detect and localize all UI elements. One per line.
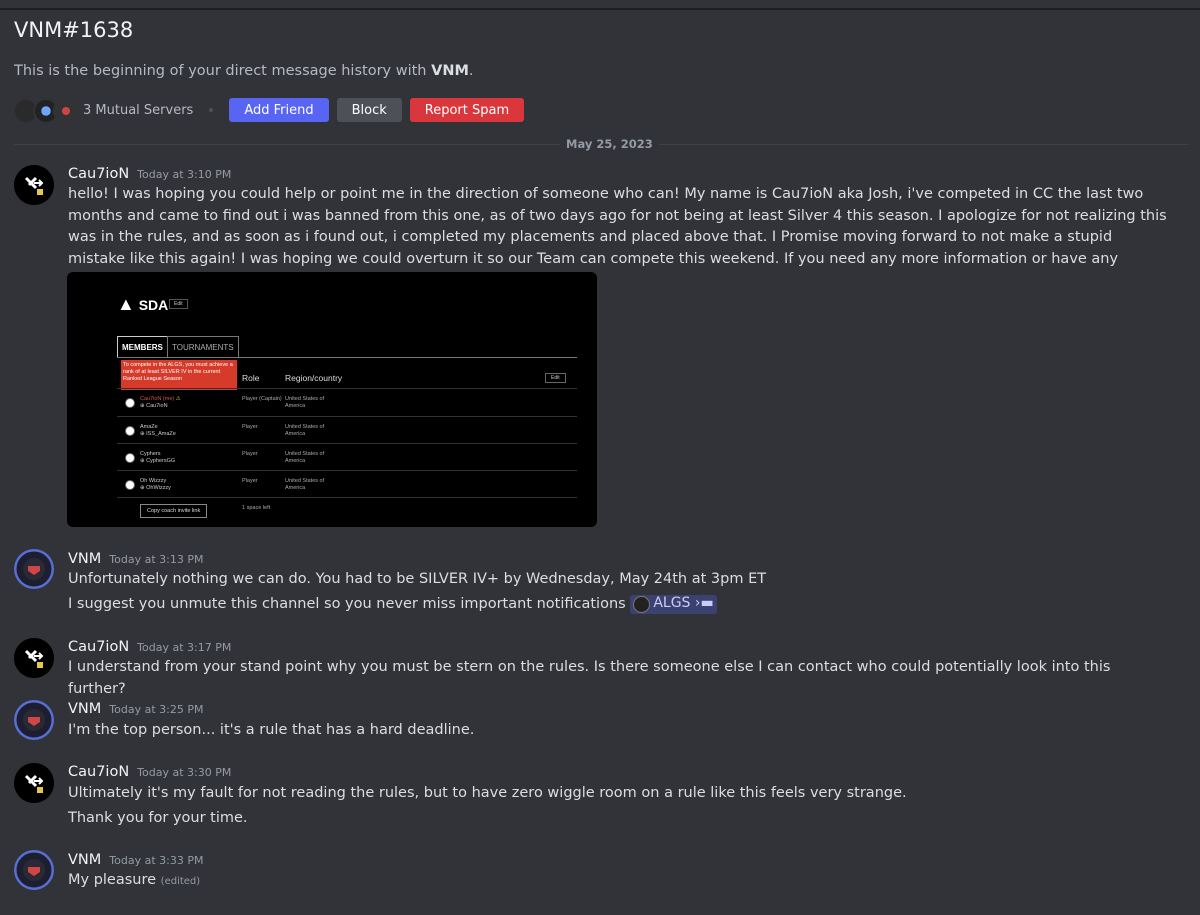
member-role: Player (Captain) (242, 396, 282, 402)
member-region: United States of America (285, 396, 325, 409)
timestamp: Today at 3:30 PM (137, 766, 232, 779)
column-header-role: Role (242, 373, 260, 383)
member-avatar (125, 480, 135, 490)
message-header: VNM Today at 3:33 PM (68, 852, 203, 868)
slots-remaining: 1 space left (242, 505, 271, 511)
avatar[interactable] (14, 165, 54, 205)
dm-intro: This is the beginning of your direct mes… (14, 63, 474, 79)
member-name: AmaZe ⊕ ISS_AmaZe (140, 424, 176, 437)
member-name: Cyphers ⊕ CyphersGG (140, 451, 176, 464)
avatar[interactable] (14, 850, 54, 890)
server-icon (633, 595, 651, 613)
message-content: I suggest you unmute this channel so you… (68, 594, 1168, 616)
separator-dot (209, 108, 214, 112)
tab-tournaments: TOURNAMENTS (167, 336, 239, 358)
member-name: Cau7ioN (me) ⚠ ⊕ Cau7ioN (140, 396, 181, 409)
message-header: VNM Today at 3:13 PM (68, 551, 203, 567)
edited-label: (edited) (160, 876, 201, 887)
row-divider (117, 388, 577, 389)
username[interactable]: VNM (68, 551, 101, 567)
channel-mention[interactable]: ALGS › ▬ (630, 594, 717, 614)
member-avatar (125, 453, 135, 463)
message-content: Ultimately it's my fault for not reading… (68, 785, 907, 801)
timestamp: Today at 3:17 PM (137, 641, 232, 654)
member-region: United States of America (285, 478, 325, 491)
team-logo: ▲ SDA (117, 294, 169, 314)
member-name: Oh Wizzzy ⊕ OhWizzzy (140, 478, 171, 491)
rank-warning-tooltip: To compete in the ALGS, you must achieve… (121, 360, 237, 390)
member-role: Player (242, 424, 258, 430)
message-content: I'm the top person... it's a rule that h… (68, 722, 475, 738)
message-content: I understand from your stand point why y… (68, 659, 1111, 697)
timestamp: Today at 3:25 PM (109, 703, 204, 716)
copy-invite-button: Copy coach invite link (140, 504, 208, 518)
mutual-servers-link[interactable]: 3 Mutual Servers (83, 103, 193, 118)
username[interactable]: Cau7ioN (68, 166, 129, 182)
add-friend-button[interactable]: Add Friend (229, 98, 329, 122)
avatar[interactable] (14, 763, 54, 803)
timestamp: Today at 3:10 PM (137, 168, 232, 181)
user-avatar-icon (14, 700, 54, 740)
row-divider (117, 470, 577, 471)
member-region: United States of America (285, 451, 325, 464)
message-header: Cau7ioN Today at 3:17 PM (68, 639, 231, 655)
user-avatar-icon (14, 850, 54, 890)
member-region: United States of America (285, 424, 325, 437)
profile-actions-row: 3 Mutual Servers Add Friend Block Report… (13, 97, 532, 124)
user-avatar-icon (14, 763, 54, 803)
date-divider: May 25, 2023 (560, 137, 659, 151)
intro-username: VNM (431, 63, 469, 79)
username[interactable]: Cau7ioN (68, 764, 129, 780)
message-content: Unfortunately nothing we can do. You had… (68, 571, 767, 587)
image-attachment[interactable]: ▲ SDA Edit MEMBERS TOURNAMENTS To compet… (67, 272, 597, 527)
server-icon (53, 98, 79, 124)
report-spam-button[interactable]: Report Spam (409, 98, 525, 122)
user-avatar-icon (14, 165, 54, 205)
row-divider (117, 443, 577, 444)
tab-underline (117, 357, 577, 358)
message-content: Thank you for your time. (68, 810, 248, 826)
column-header-region: Region/country (285, 373, 343, 383)
username[interactable]: VNM (68, 852, 101, 868)
member-role: Player (242, 478, 258, 484)
member-avatar (125, 426, 135, 436)
row-divider (117, 497, 577, 498)
message-header: Cau7ioN Today at 3:10 PM (68, 166, 231, 182)
avatar[interactable] (14, 638, 54, 678)
member-avatar (125, 398, 135, 408)
message-header: VNM Today at 3:25 PM (68, 701, 203, 717)
tab-members: MEMBERS (117, 336, 168, 358)
row-divider (117, 416, 577, 417)
chat-bubble-icon: ▬ (700, 595, 714, 612)
mutual-server-icons[interactable] (13, 98, 79, 124)
user-avatar-icon (14, 638, 54, 678)
top-border (0, 8, 1200, 10)
timestamp: Today at 3:13 PM (109, 553, 204, 566)
avatar[interactable] (14, 549, 54, 589)
message-content: My pleasure (edited) (68, 872, 201, 888)
edit-roster-button: Edit (545, 373, 566, 383)
edit-button: Edit (169, 299, 188, 309)
username[interactable]: Cau7ioN (68, 639, 129, 655)
username[interactable]: VNM (68, 701, 101, 717)
message-header: Cau7ioN Today at 3:30 PM (68, 764, 231, 780)
member-role: Player (242, 451, 258, 457)
timestamp: Today at 3:33 PM (109, 854, 204, 867)
avatar[interactable] (14, 700, 54, 740)
dm-title: VNM#1638 (14, 18, 134, 42)
block-button[interactable]: Block (336, 98, 402, 122)
user-avatar-icon (14, 549, 54, 589)
